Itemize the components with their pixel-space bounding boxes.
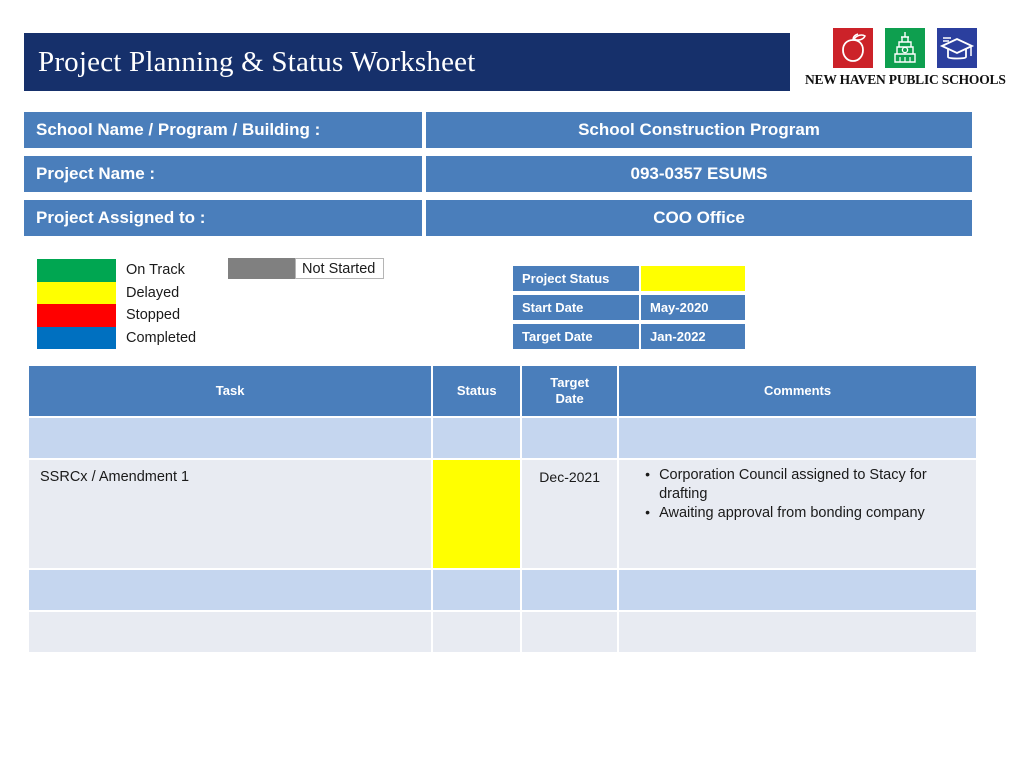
task-table-head: Task Status Target Date Comments <box>29 366 976 418</box>
project-info-rows: School Name / Program / Building : Schoo… <box>24 112 972 244</box>
cell-status[interactable] <box>433 418 523 460</box>
cell-task[interactable] <box>29 418 434 460</box>
status-key-project-status: Project Status <box>513 266 639 291</box>
graduation-cap-icon <box>937 28 977 68</box>
list-item: Awaiting approval from bonding company <box>645 503 970 523</box>
apple-icon <box>833 28 873 68</box>
page-title: Project Planning & Status Worksheet <box>38 45 476 78</box>
list-item: Corporation Council assigned to Stacy fo… <box>645 465 970 504</box>
legend-swatch-delayed <box>37 281 116 304</box>
status-row-target-date: Target Date Jan-2022 <box>513 324 745 349</box>
cell-target-date[interactable]: Dec-2021 <box>522 460 620 570</box>
legend-swatch-stopped <box>37 304 116 327</box>
legend-label-not-started: Not Started <box>295 258 385 279</box>
legend-item-stopped: Stopped <box>37 304 196 327</box>
cell-comments[interactable] <box>619 612 976 654</box>
info-label-school-name: School Name / Program / Building : <box>24 112 422 148</box>
column-header-target-date-line2: Date <box>555 391 584 406</box>
info-label-project-assigned-to: Project Assigned to : <box>24 200 422 236</box>
cell-task[interactable]: SSRCx / Amendment 1 <box>29 460 434 570</box>
info-label-project-name: Project Name : <box>24 156 422 192</box>
status-color-legend: On Track Delayed Stopped Completed <box>37 259 196 349</box>
task-table-body: SSRCx / Amendment 1 Dec-2021 Corporation… <box>29 418 976 654</box>
info-row-school-name: School Name / Program / Building : Schoo… <box>24 112 972 148</box>
info-value-project-name[interactable]: 093-0357 ESUMS <box>426 156 972 192</box>
legend-label-stopped: Stopped <box>126 307 181 323</box>
column-header-comments: Comments <box>619 366 976 418</box>
legend-label-delayed: Delayed <box>126 284 180 301</box>
logo-marks <box>805 28 1005 70</box>
legend-label-on-track: On Track <box>126 262 185 278</box>
status-row-start-date: Start Date May-2020 <box>513 295 745 320</box>
table-row[interactable] <box>29 570 976 612</box>
legend-swatch-not-started <box>228 258 296 279</box>
task-table-header-row: Task Status Target Date Comments <box>29 366 976 418</box>
cell-status[interactable] <box>433 460 523 570</box>
legend-item-on-track: On Track <box>37 259 196 282</box>
cell-comments[interactable] <box>619 570 976 612</box>
cell-target-date[interactable] <box>522 612 620 654</box>
cell-comments[interactable] <box>619 418 976 460</box>
task-status-table: Task Status Target Date Comments SSRCx /… <box>29 366 976 654</box>
cell-target-date[interactable] <box>522 570 620 612</box>
tower-icon <box>885 28 925 68</box>
legend-label-completed: Completed <box>126 329 197 346</box>
table-row[interactable]: SSRCx / Amendment 1 Dec-2021 Corporation… <box>29 460 976 570</box>
status-key-target-date: Target Date <box>513 324 639 349</box>
column-header-target-date-line1: Target <box>550 374 590 390</box>
cell-task[interactable] <box>29 570 434 612</box>
info-value-project-assigned-to[interactable]: COO Office <box>426 200 972 236</box>
column-header-target-date: Target Date <box>522 366 620 418</box>
status-value-target-date[interactable]: Jan-2022 <box>641 324 745 349</box>
cell-task[interactable] <box>29 612 434 654</box>
new-haven-public-schools-logo: NEW HAVEN PUBLIC SCHOOLS <box>805 28 1006 90</box>
logo-wordmark: NEW HAVEN PUBLIC SCHOOLS <box>805 72 1006 87</box>
comments-list: Corporation Council assigned to Stacy fo… <box>619 465 970 523</box>
info-row-project-assigned-to: Project Assigned to : COO Office <box>24 200 972 236</box>
table-row[interactable] <box>29 612 976 654</box>
page-title-bar: Project Planning & Status Worksheet <box>24 33 790 91</box>
table-row[interactable] <box>29 418 976 460</box>
cell-status[interactable] <box>433 612 523 654</box>
cell-target-date[interactable] <box>522 418 620 460</box>
column-header-task: Task <box>29 366 434 418</box>
cell-status[interactable] <box>433 570 523 612</box>
legend-item-completed: Completed <box>37 326 197 349</box>
info-value-school-name[interactable]: School Construction Program <box>426 112 972 148</box>
status-value-start-date[interactable]: May-2020 <box>641 295 745 320</box>
status-row-project-status: Project Status <box>513 266 745 291</box>
legend-swatch-completed <box>37 326 116 349</box>
legend-item-delayed: Delayed <box>37 281 196 304</box>
legend-swatch-on-track <box>37 259 116 282</box>
cell-comments[interactable]: Corporation Council assigned to Stacy fo… <box>619 460 976 570</box>
status-key-start-date: Start Date <box>513 295 639 320</box>
project-status-panel: Project Status Start Date May-2020 Targe… <box>513 266 745 353</box>
status-value-project-status[interactable] <box>641 266 745 291</box>
info-row-project-name: Project Name : 093-0357 ESUMS <box>24 156 972 192</box>
column-header-status: Status <box>433 366 523 418</box>
legend-item-not-started: Not Started <box>228 258 385 279</box>
